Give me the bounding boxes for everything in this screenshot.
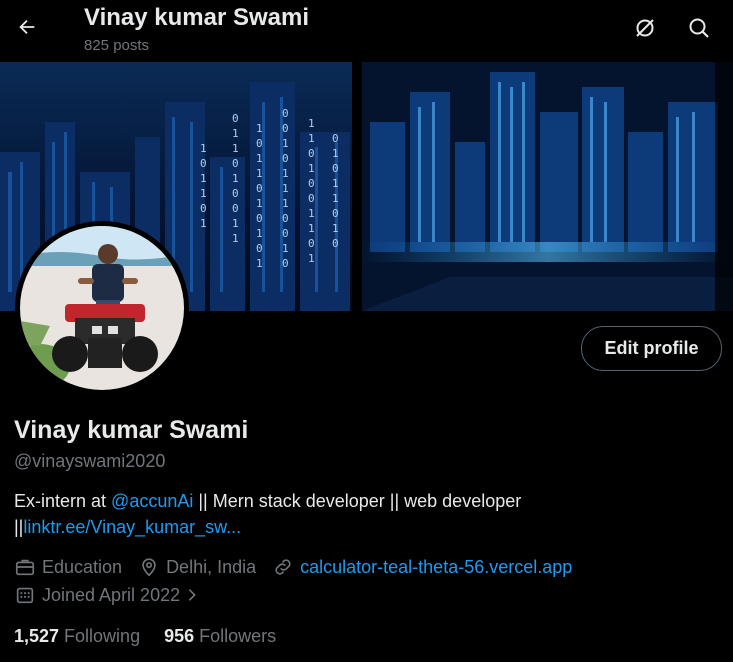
- svg-text:0: 0: [308, 147, 315, 160]
- svg-text:1: 1: [282, 182, 289, 195]
- joined-item[interactable]: Joined April 2022: [14, 584, 206, 606]
- svg-text:1: 1: [308, 132, 315, 145]
- profile-name: Vinay kumar Swami: [14, 416, 249, 444]
- svg-text:0: 0: [308, 237, 315, 250]
- bio-linktree-link[interactable]: linktr.ee/Vinay_kumar_sw...: [23, 517, 241, 537]
- svg-text:1: 1: [332, 222, 339, 235]
- website-item[interactable]: calculator-teal-theta-56.vercel.app: [272, 556, 572, 578]
- following-label: Following: [64, 626, 141, 646]
- svg-text:0: 0: [282, 227, 289, 240]
- location-item: Delhi, India: [138, 556, 256, 578]
- joined-text: Joined April 2022: [42, 584, 181, 605]
- profile-bio: Ex-intern at @accunAi || Mern stack deve…: [14, 488, 654, 540]
- svg-text:1: 1: [232, 127, 239, 140]
- svg-text:0: 0: [256, 242, 263, 255]
- bio-text: Ex-intern at: [14, 491, 112, 511]
- header-title: Vinay kumar Swami: [84, 4, 309, 31]
- followers-link[interactable]: 956 Followers: [164, 626, 276, 647]
- category-text: Education: [42, 556, 123, 577]
- svg-text:0: 0: [332, 237, 339, 250]
- svg-text:0: 0: [282, 122, 289, 135]
- svg-text:1: 1: [308, 207, 315, 220]
- svg-text:0: 0: [232, 202, 239, 215]
- profile-meta-row-1: Education Delhi, India calculator-teal-t…: [14, 556, 588, 578]
- svg-text:1: 1: [256, 167, 263, 180]
- svg-text:0: 0: [308, 177, 315, 190]
- svg-text:0: 0: [256, 137, 263, 150]
- svg-text:1: 1: [256, 197, 263, 210]
- chevron-right-icon: [188, 589, 196, 601]
- arrow-left-icon: [19, 19, 35, 35]
- svg-text:1: 1: [282, 137, 289, 150]
- svg-text:1: 1: [256, 152, 263, 165]
- svg-text:0: 0: [332, 162, 339, 175]
- search-icon: [689, 18, 709, 38]
- grok-button[interactable]: [629, 12, 661, 44]
- avatar: [20, 226, 184, 390]
- svg-text:1: 1: [308, 162, 315, 175]
- website-link[interactable]: calculator-teal-theta-56.vercel.app: [300, 557, 572, 578]
- location-pin-icon: [142, 558, 156, 577]
- link-icon: [275, 559, 291, 575]
- bio-text-3: ||: [14, 517, 24, 537]
- svg-text:1: 1: [256, 122, 263, 135]
- following-count: 1,527: [14, 626, 60, 646]
- svg-text:1: 1: [308, 252, 315, 265]
- svg-text:1: 1: [332, 192, 339, 205]
- svg-text:0: 0: [332, 132, 339, 145]
- avatar-photo: [20, 226, 184, 390]
- svg-text:0: 0: [256, 182, 263, 195]
- svg-text:1: 1: [200, 187, 207, 200]
- svg-text:1: 1: [200, 217, 207, 230]
- profile-handle: @vinayswami2020: [14, 451, 166, 471]
- svg-text:0: 0: [256, 212, 263, 225]
- grok-icon: [636, 19, 654, 37]
- following-link[interactable]: 1,527 Following: [14, 626, 140, 647]
- svg-text:1: 1: [200, 172, 207, 185]
- svg-text:1: 1: [332, 147, 339, 160]
- svg-text:1: 1: [232, 142, 239, 155]
- svg-text:1: 1: [308, 117, 315, 130]
- followers-label: Followers: [199, 626, 277, 646]
- svg-text:0: 0: [308, 192, 315, 205]
- svg-text:1: 1: [282, 197, 289, 210]
- follow-stats: 1,527 Following 956 Followers: [14, 626, 300, 647]
- top-bar: Vinay kumar Swami 825 posts: [0, 0, 733, 62]
- svg-text:1: 1: [308, 222, 315, 235]
- svg-text:1: 1: [282, 242, 289, 255]
- back-button[interactable]: [12, 10, 42, 44]
- svg-text:1: 1: [282, 167, 289, 180]
- svg-text:0: 0: [232, 112, 239, 125]
- svg-text:0: 0: [200, 202, 207, 215]
- edit-profile-button[interactable]: Edit profile: [581, 326, 722, 371]
- svg-text:1: 1: [232, 217, 239, 230]
- followers-count: 956: [164, 626, 195, 646]
- svg-text:0: 0: [332, 207, 339, 220]
- briefcase-icon: [15, 559, 35, 576]
- profile-meta-row-2: Joined April 2022: [14, 584, 222, 606]
- svg-text:0: 0: [282, 257, 289, 270]
- svg-text:1: 1: [232, 172, 239, 185]
- svg-text:1: 1: [256, 227, 263, 240]
- bio-text-2: || Mern stack developer || web developer: [193, 491, 522, 511]
- search-button[interactable]: [683, 12, 715, 44]
- svg-text:0: 0: [282, 107, 289, 120]
- svg-text:0: 0: [232, 157, 239, 170]
- calendar-icon: [16, 587, 34, 604]
- svg-text:1: 1: [232, 232, 239, 245]
- svg-text:1: 1: [256, 257, 263, 270]
- svg-text:1: 1: [332, 177, 339, 190]
- category-item: Education: [14, 556, 122, 578]
- svg-text:1: 1: [200, 142, 207, 155]
- bio-mention-link[interactable]: @accunAi: [111, 491, 193, 511]
- svg-text:0: 0: [282, 152, 289, 165]
- location-text: Delhi, India: [166, 556, 257, 577]
- post-count: 825 posts: [84, 37, 150, 54]
- profile-avatar[interactable]: [15, 221, 189, 395]
- svg-text:0: 0: [282, 212, 289, 225]
- svg-text:0: 0: [232, 187, 239, 200]
- svg-text:0: 0: [200, 157, 207, 170]
